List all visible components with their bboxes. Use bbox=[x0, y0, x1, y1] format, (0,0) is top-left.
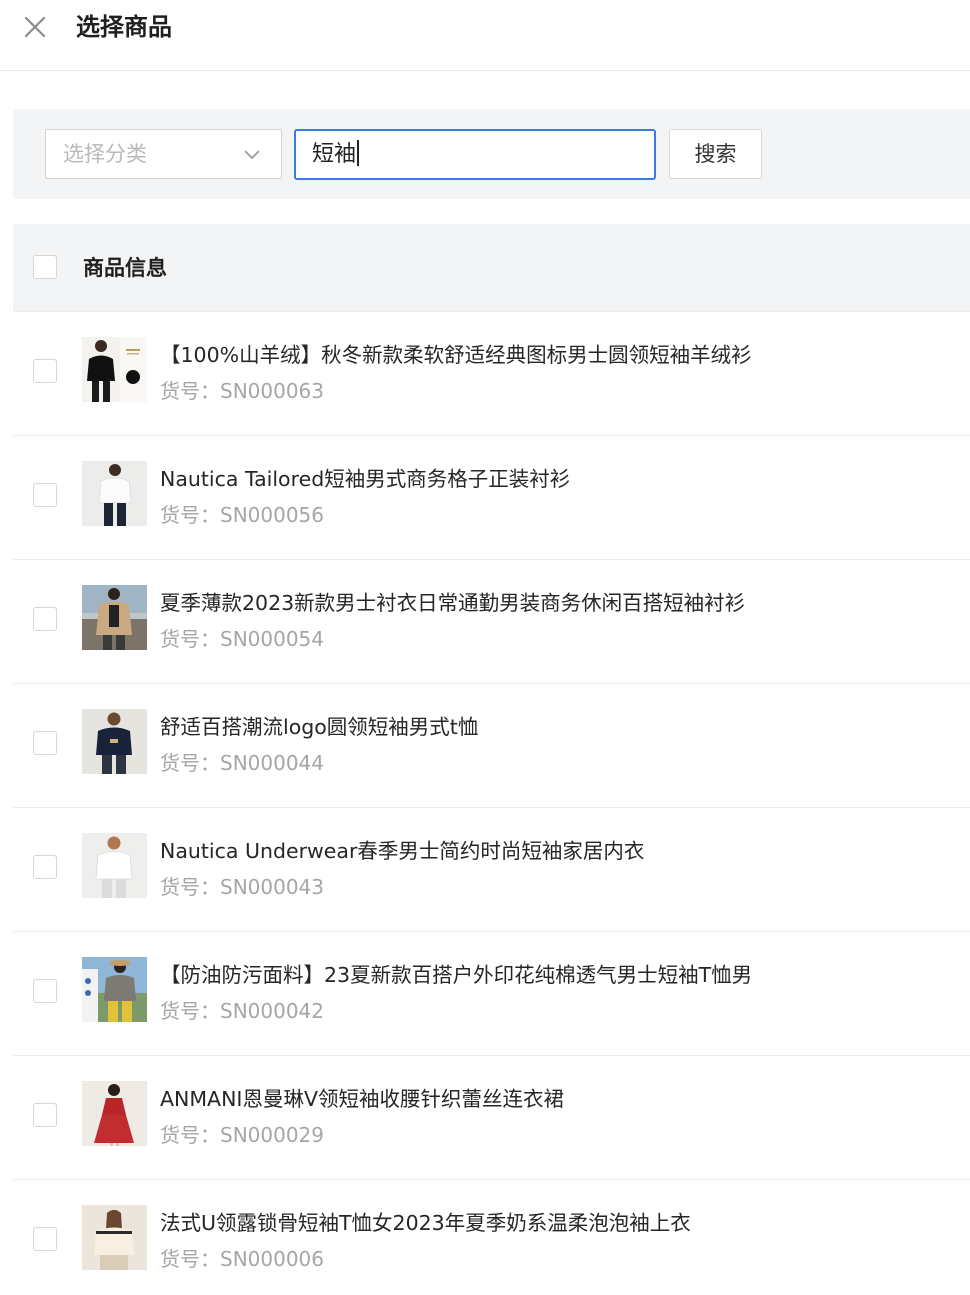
sku-value: SN000054 bbox=[220, 627, 325, 651]
dialog-header: 选择商品 bbox=[0, 0, 970, 71]
page-title: 选择商品 bbox=[76, 13, 172, 41]
product-thumbnail bbox=[82, 709, 147, 774]
product-thumbnail bbox=[82, 585, 147, 650]
product-thumbnail bbox=[82, 461, 147, 526]
product-name: 【100%山羊绒】秋冬新款柔软舒适经典图标男士圆领短袖羊绒衫 bbox=[160, 343, 752, 367]
search-toolbar: 选择分类 短袖 搜索 bbox=[13, 109, 970, 199]
column-header-product-info: 商品信息 bbox=[83, 256, 167, 280]
sku-value: SN000043 bbox=[220, 875, 325, 899]
close-icon[interactable] bbox=[22, 14, 48, 40]
row-checkbox[interactable] bbox=[33, 731, 57, 755]
sku-value: SN000006 bbox=[220, 1247, 325, 1271]
text-caret bbox=[357, 140, 359, 166]
product-list: 【100%山羊绒】秋冬新款柔软舒适经典图标男士圆领短袖羊绒衫 货号：SN0000… bbox=[13, 312, 970, 1295]
category-select[interactable]: 选择分类 bbox=[45, 129, 282, 179]
product-sku: 货号：SN000054 bbox=[160, 623, 324, 655]
sku-label: 货号： bbox=[160, 1247, 220, 1271]
product-sku: 货号：SN000056 bbox=[160, 499, 324, 531]
sku-label: 货号： bbox=[160, 1123, 220, 1147]
sku-label: 货号： bbox=[160, 999, 220, 1023]
product-sku: 货号：SN000063 bbox=[160, 375, 324, 407]
product-thumbnail bbox=[82, 1081, 147, 1146]
table-row[interactable]: 【防油防污面料】23夏新款百搭户外印花纯棉透气男士短袖T恤男 货号：SN0000… bbox=[13, 932, 970, 1056]
row-checkbox[interactable] bbox=[33, 855, 57, 879]
sku-value: SN000044 bbox=[220, 751, 325, 775]
row-checkbox[interactable] bbox=[33, 979, 57, 1003]
product-thumbnail bbox=[82, 957, 147, 1022]
product-thumbnail bbox=[82, 833, 147, 898]
table-row[interactable]: Nautica Tailored短袖男式商务格子正装衬衫 货号：SN000056 bbox=[13, 436, 970, 560]
search-button[interactable]: 搜索 bbox=[669, 129, 762, 179]
sku-label: 货号： bbox=[160, 751, 220, 775]
product-sku: 货号：SN000044 bbox=[160, 747, 324, 779]
sku-value: SN000056 bbox=[220, 503, 325, 527]
row-checkbox[interactable] bbox=[33, 1103, 57, 1127]
table-row[interactable]: 【100%山羊绒】秋冬新款柔软舒适经典图标男士圆领短袖羊绒衫 货号：SN0000… bbox=[13, 312, 970, 436]
product-thumbnail bbox=[82, 1205, 147, 1270]
product-name: 法式U领露锁骨短袖T恤女2023年夏季奶系温柔泡泡袖上衣 bbox=[160, 1211, 691, 1235]
table-row[interactable]: ANMANI恩曼琳V领短袖收腰针织蕾丝连衣裙 货号：SN000029 bbox=[13, 1056, 970, 1180]
table-row[interactable]: Nautica Underwear春季男士简约时尚短袖家居内衣 货号：SN000… bbox=[13, 808, 970, 932]
sku-value: SN000029 bbox=[220, 1123, 325, 1147]
product-name: 【防油防污面料】23夏新款百搭户外印花纯棉透气男士短袖T恤男 bbox=[160, 963, 753, 987]
search-input-value: 短袖 bbox=[312, 142, 357, 167]
sku-label: 货号： bbox=[160, 627, 220, 651]
product-sku: 货号：SN000006 bbox=[160, 1243, 324, 1275]
product-sku: 货号：SN000029 bbox=[160, 1119, 324, 1151]
product-thumbnail bbox=[82, 337, 147, 402]
product-name: 舒适百搭潮流logo圆领短袖男式t恤 bbox=[160, 715, 479, 739]
product-name: 夏季薄款2023新款男士衬衣日常通勤男装商务休闲百搭短袖衬衫 bbox=[160, 591, 746, 615]
row-checkbox[interactable] bbox=[33, 607, 57, 631]
sku-value: SN000063 bbox=[220, 379, 325, 403]
product-name: ANMANI恩曼琳V领短袖收腰针织蕾丝连衣裙 bbox=[160, 1087, 564, 1111]
row-checkbox[interactable] bbox=[33, 483, 57, 507]
product-name: Nautica Underwear春季男士简约时尚短袖家居内衣 bbox=[160, 839, 645, 863]
search-input[interactable]: 短袖 bbox=[294, 129, 656, 180]
table-row[interactable]: 舒适百搭潮流logo圆领短袖男式t恤 货号：SN000044 bbox=[13, 684, 970, 808]
table-row[interactable]: 夏季薄款2023新款男士衬衣日常通勤男装商务休闲百搭短袖衬衫 货号：SN0000… bbox=[13, 560, 970, 684]
product-sku: 货号：SN000042 bbox=[160, 995, 324, 1027]
select-all-checkbox[interactable] bbox=[33, 255, 57, 279]
category-select-placeholder: 选择分类 bbox=[63, 142, 147, 166]
sku-value: SN000042 bbox=[220, 999, 325, 1023]
table-row[interactable]: 法式U领露锁骨短袖T恤女2023年夏季奶系温柔泡泡袖上衣 货号：SN000006 bbox=[13, 1180, 970, 1295]
product-sku: 货号：SN000043 bbox=[160, 871, 324, 903]
row-checkbox[interactable] bbox=[33, 1227, 57, 1251]
row-checkbox[interactable] bbox=[33, 359, 57, 383]
table-header: 商品信息 bbox=[13, 224, 970, 312]
product-name: Nautica Tailored短袖男式商务格子正装衬衫 bbox=[160, 467, 571, 491]
sku-label: 货号： bbox=[160, 875, 220, 899]
chevron-down-icon bbox=[243, 147, 261, 161]
sku-label: 货号： bbox=[160, 379, 220, 403]
sku-label: 货号： bbox=[160, 503, 220, 527]
